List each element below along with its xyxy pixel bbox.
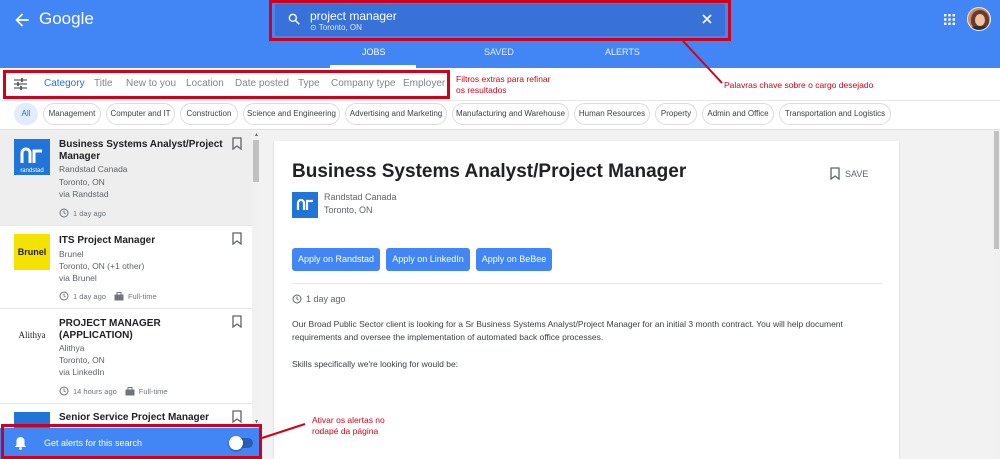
alert-annotation: Ativar os alertas no rodapé da página xyxy=(312,415,385,436)
search-annotation: Palavras chave sobre o cargo desejado xyxy=(724,80,874,90)
annotation-arrows xyxy=(261,40,723,439)
filter-annotation: Filtros extras para refinar os resultado… xyxy=(456,74,551,95)
